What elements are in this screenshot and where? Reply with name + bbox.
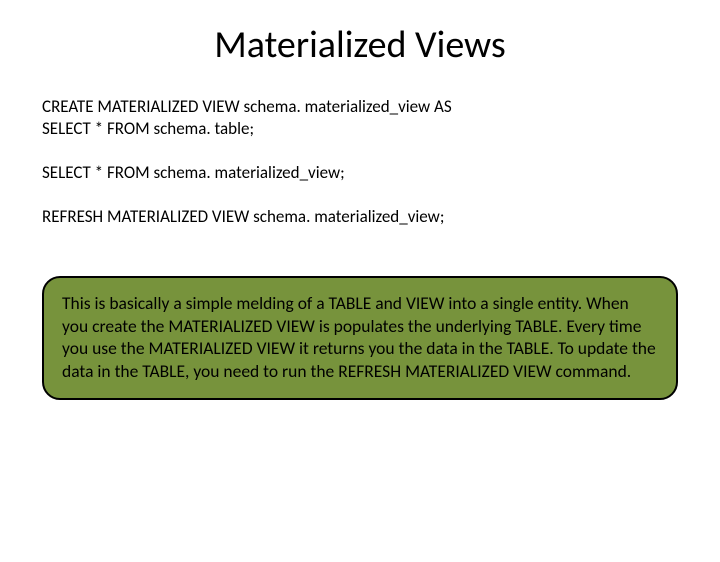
code-line: SELECT * FROM schema. table; [42,118,678,140]
code-line: CREATE MATERIALIZED VIEW schema. materia… [42,96,678,118]
code-line: SELECT * FROM schema. materialized_view; [42,162,678,184]
code-block-create: CREATE MATERIALIZED VIEW schema. materia… [42,96,678,140]
code-line: REFRESH MATERIALIZED VIEW schema. materi… [42,206,678,228]
code-block-select: SELECT * FROM schema. materialized_view; [42,162,678,184]
code-block-refresh: REFRESH MATERIALIZED VIEW schema. materi… [42,206,678,228]
callout-text: This is basically a simple melding of a … [62,292,656,381]
slide-title: Materialized Views [0,22,720,68]
explanation-callout: This is basically a simple melding of a … [42,276,678,400]
